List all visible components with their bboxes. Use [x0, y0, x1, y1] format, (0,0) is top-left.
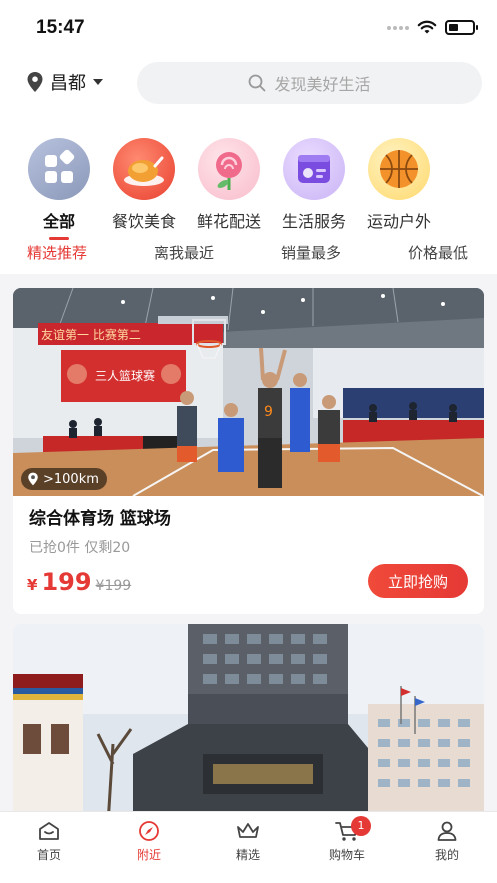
tab-cart[interactable]: 1 购物车: [307, 816, 387, 863]
svg-text:9: 9: [264, 404, 273, 420]
search-input[interactable]: 发现美好生活: [137, 62, 482, 104]
location-label: 昌都: [50, 73, 86, 94]
crown-icon: [237, 823, 259, 838]
location-selector[interactable]: 昌都: [26, 69, 104, 95]
chevron-down-icon: [93, 79, 103, 85]
tab-profile[interactable]: 我的: [407, 820, 487, 863]
original-price: ¥199: [95, 578, 132, 594]
category-life-service[interactable]: 生活服务: [271, 138, 357, 232]
basketball-icon: [368, 138, 430, 200]
all-grid-icon: [28, 138, 90, 200]
status-time: 15:47: [36, 17, 85, 38]
category-label: 全部: [42, 212, 75, 231]
wall-banner-text: 友谊第一 比赛第二: [41, 327, 141, 342]
rose-icon: [198, 138, 260, 200]
price-row: ¥ 199 ¥199: [27, 568, 131, 596]
current-price: 199: [41, 568, 92, 596]
sort-tab-best-selling[interactable]: 销量最多: [281, 242, 341, 263]
roast-chicken-icon: [113, 138, 175, 200]
category-flowers[interactable]: 鲜花配送: [186, 138, 272, 232]
distance-badge: >100km: [21, 468, 107, 490]
bottom-tab-bar: 首页 附近 精选 1 购物车 我的: [0, 811, 497, 883]
buy-now-button[interactable]: 立即抢购: [368, 564, 468, 598]
signal-icon: [387, 25, 409, 30]
tab-label: 首页: [36, 848, 61, 862]
nearby-compass-icon: [139, 821, 159, 841]
category-all[interactable]: 全部: [16, 138, 102, 240]
life-service-icon: [283, 138, 345, 200]
listing-photo: [13, 624, 484, 824]
wifi-icon: [417, 20, 437, 34]
status-icons: [387, 20, 478, 35]
cart-count-badge: 1: [351, 816, 371, 836]
tab-label: 精选: [235, 848, 260, 862]
search-placeholder: 发现美好生活: [274, 75, 371, 94]
currency-symbol: ¥: [27, 576, 38, 594]
tab-label: 我的: [434, 848, 459, 862]
status-bar: 15:47: [0, 0, 497, 56]
location-pin-icon: [28, 472, 38, 486]
listing-card[interactable]: 友谊第一 比赛第二 三人篮球赛 9 >100km 综合体育场 篮球场 已抢0件 …: [13, 288, 484, 614]
active-underline: [49, 237, 69, 240]
category-label: 运动户外: [366, 212, 431, 231]
user-icon: [437, 821, 457, 841]
category-sports[interactable]: 运动户外: [356, 138, 442, 232]
location-pin-icon: [27, 72, 43, 92]
tab-label: 购物车: [328, 848, 365, 862]
search-icon: [249, 74, 266, 92]
category-strip: 全部 餐饮美食 鲜花配送 生活服务 运动户外 精选推荐 离我最近 销量最多 价格…: [0, 118, 497, 274]
listing-card[interactable]: [13, 624, 484, 824]
sort-tab-lowest-price[interactable]: 价格最低: [408, 242, 468, 263]
category-food[interactable]: 餐饮美食: [101, 138, 187, 232]
listing-title: 综合体育场 篮球场: [29, 509, 171, 529]
top-bar: 昌都 发现美好生活: [0, 56, 497, 118]
tab-nearby[interactable]: 附近: [109, 820, 189, 863]
battery-icon: [445, 20, 478, 35]
home-icon: [39, 822, 59, 840]
photo-banner-text: 三人篮球赛: [95, 368, 155, 383]
listing-stock-info: 已抢0件 仅剩20: [29, 540, 131, 556]
category-label: 鲜花配送: [196, 212, 261, 231]
distance-text: >100km: [43, 471, 99, 487]
sort-tabs: 精选推荐 离我最近 销量最多 价格最低: [0, 242, 497, 268]
category-label: 餐饮美食: [111, 212, 176, 231]
listing-photo: 友谊第一 比赛第二 三人篮球赛 9 >100km: [13, 288, 484, 496]
tab-home[interactable]: 首页: [9, 820, 89, 863]
tab-featured[interactable]: 精选: [208, 820, 288, 863]
tab-label: 附近: [136, 848, 161, 862]
sort-tab-recommended[interactable]: 精选推荐: [27, 242, 87, 263]
category-label: 生活服务: [281, 212, 346, 231]
sort-tab-nearest[interactable]: 离我最近: [154, 242, 214, 263]
